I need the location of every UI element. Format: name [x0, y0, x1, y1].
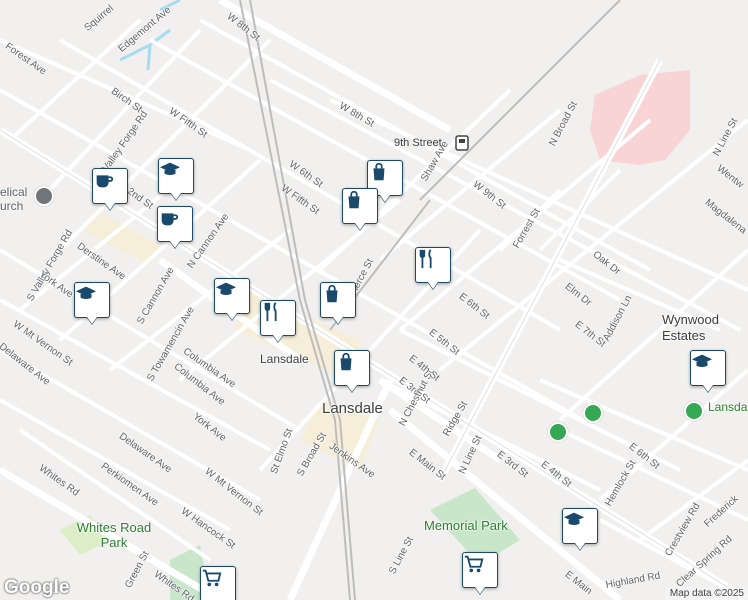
coffee-cup-icon[interactable] [92, 168, 128, 204]
shopping-cart-icon[interactable] [200, 566, 236, 600]
map-canvas[interactable]: W 8th St W 8th St W Fifth St W 6th St W … [0, 0, 748, 600]
park-poi-icon[interactable] [548, 422, 568, 442]
shopping-bag-icon[interactable] [334, 350, 370, 386]
park-poi-icon[interactable] [684, 401, 704, 421]
shopping-bag-icon[interactable] [320, 282, 356, 318]
shopping-cart-icon[interactable] [462, 552, 498, 588]
graduation-cap-icon[interactable] [158, 158, 194, 194]
park-poi-icon[interactable] [583, 403, 603, 423]
coffee-cup-icon[interactable] [157, 206, 193, 242]
poi-label[interactable]: Lansdale & Recr [708, 400, 748, 414]
google-logo: Google [4, 577, 70, 598]
church-poi-icon[interactable] [34, 186, 54, 206]
city-label[interactable]: Lansdale [322, 400, 383, 417]
graduation-cap-icon[interactable] [690, 350, 726, 386]
map-attribution[interactable]: Map data ©2025 [665, 587, 748, 600]
park-label[interactable]: Memorial Park [424, 518, 508, 533]
graduation-cap-icon[interactable] [214, 278, 250, 314]
neighborhood-label: Wynwood Estates [662, 312, 719, 343]
graduation-cap-icon[interactable] [562, 508, 598, 544]
station-label[interactable]: Lansdale [260, 352, 309, 366]
station-label[interactable]: 9th Street [394, 137, 442, 149]
restaurant-icon[interactable] [260, 300, 296, 336]
park-label[interactable]: Whites Road Park [74, 520, 154, 550]
graduation-cap-icon[interactable] [74, 282, 110, 318]
restaurant-icon[interactable] [415, 247, 451, 283]
shopping-bag-icon[interactable] [342, 188, 378, 224]
hospital-area [590, 70, 690, 165]
